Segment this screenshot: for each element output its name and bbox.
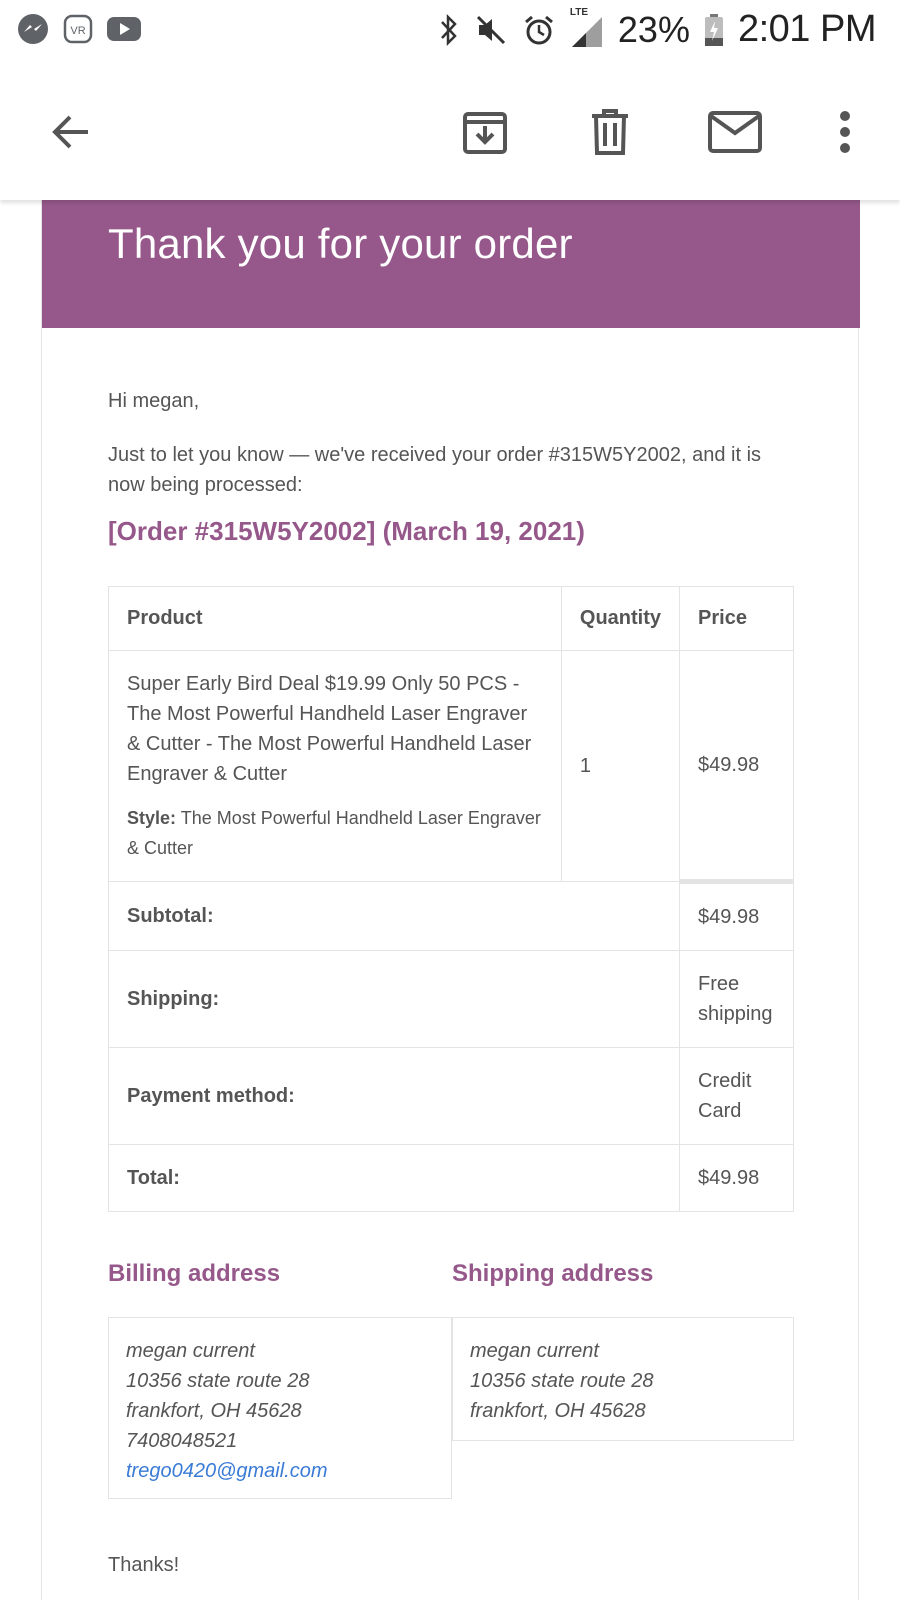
signal-lte-icon: LTE	[570, 7, 604, 47]
closing-text: Thanks!	[108, 1554, 180, 1576]
status-bar: VR LTE 23% 2:01 PM	[0, 0, 900, 62]
shipping-address-box: megan current 10356 state route 28 frank…	[452, 1317, 794, 1441]
email-header-banner: Thank you for your order	[42, 200, 860, 328]
vr-icon: VR	[63, 14, 93, 44]
payment-method-label: Payment method:	[107, 1047, 681, 1145]
product-meta: Style: The Most Powerful Handheld Laser …	[127, 803, 543, 863]
archive-button[interactable]	[455, 102, 515, 162]
back-arrow-icon	[52, 115, 88, 149]
battery-icon	[704, 13, 723, 46]
billing-street: 10356 state route 28	[126, 1370, 310, 1392]
table-row: Super Early Bird Deal $19.99 Only 50 PCS…	[108, 650, 794, 882]
greeting: Hi megan,	[108, 390, 200, 412]
product-meta-value: The Most Powerful Handheld Laser Engrave…	[127, 808, 541, 858]
archive-icon	[463, 112, 507, 154]
messenger-icon	[18, 14, 48, 44]
billing-name: megan current	[126, 1340, 255, 1362]
header-price: Price	[679, 586, 794, 651]
subtotal-value: $49.98	[679, 879, 794, 951]
table-header-row: Product Quantity Price	[108, 586, 794, 651]
mark-unread-button[interactable]	[705, 102, 765, 162]
more-options-button[interactable]	[815, 102, 875, 162]
shipping-name: megan current	[470, 1340, 599, 1362]
billing-email-link[interactable]: trego0420@gmail.com	[126, 1456, 434, 1486]
billing-city: frankfort, OH 45628	[126, 1400, 302, 1422]
subtotal-label: Subtotal:	[107, 881, 681, 951]
delete-button[interactable]	[580, 102, 640, 162]
battery-percent: 23%	[617, 8, 690, 50]
svg-text:VR: VR	[70, 25, 85, 37]
alarm-icon	[524, 15, 553, 44]
order-table: Product Quantity Price Super Early Bird …	[107, 586, 794, 1212]
youtube-icon	[107, 17, 141, 41]
delete-icon	[592, 109, 628, 155]
intro-text: Just to let you know — we've received yo…	[108, 444, 762, 496]
bluetooth-icon	[440, 13, 457, 46]
shipping-address-heading: Shipping address	[452, 1260, 654, 1287]
header-product: Product	[108, 586, 562, 651]
billing-phone[interactable]: 7408048521	[126, 1426, 434, 1456]
system-status: LTE 23% 2:01 PM	[438, 7, 877, 51]
notification-icons: VR	[16, 12, 142, 46]
clock: 2:01 PM	[737, 8, 877, 50]
header-quantity: Quantity	[560, 586, 681, 651]
shipping-city: frankfort, OH 45628	[470, 1400, 646, 1422]
mute-icon	[476, 15, 505, 44]
shipping-value: Free shipping	[679, 950, 794, 1048]
payment-method-row: Payment method: Credit Card	[107, 1047, 794, 1145]
billing-address-box: megan current 10356 state route 28 frank…	[108, 1317, 452, 1499]
billing-address-heading: Billing address	[108, 1260, 281, 1287]
mark-unread-icon	[708, 111, 762, 153]
quantity-cell: 1	[560, 650, 681, 882]
price-cell: $49.98	[679, 650, 794, 882]
email-body: Thank you for your order Hi megan, Just …	[41, 200, 860, 1600]
product-name: Super Early Bird Deal $19.99 Only 50 PCS…	[127, 673, 532, 785]
subtotal-row: Subtotal: $49.98	[107, 879, 794, 951]
total-label: Total:	[107, 1144, 681, 1212]
product-meta-label: Style:	[127, 808, 177, 828]
more-vert-icon	[840, 111, 850, 153]
shipping-street: 10356 state route 28	[470, 1370, 654, 1392]
product-cell: Super Early Bird Deal $19.99 Only 50 PCS…	[108, 650, 562, 882]
banner-title: Thank you for your order	[108, 220, 573, 267]
back-button[interactable]	[40, 102, 100, 162]
shipping-row: Shipping: Free shipping	[107, 950, 794, 1048]
email-toolbar	[0, 62, 900, 200]
shipping-label: Shipping:	[107, 950, 681, 1048]
total-row: Total: $49.98	[107, 1144, 794, 1212]
order-heading[interactable]: [Order #315W5Y2002] (March 19, 2021)	[108, 516, 585, 547]
total-value: $49.98	[679, 1144, 794, 1212]
payment-method-value: Credit Card	[679, 1047, 794, 1145]
